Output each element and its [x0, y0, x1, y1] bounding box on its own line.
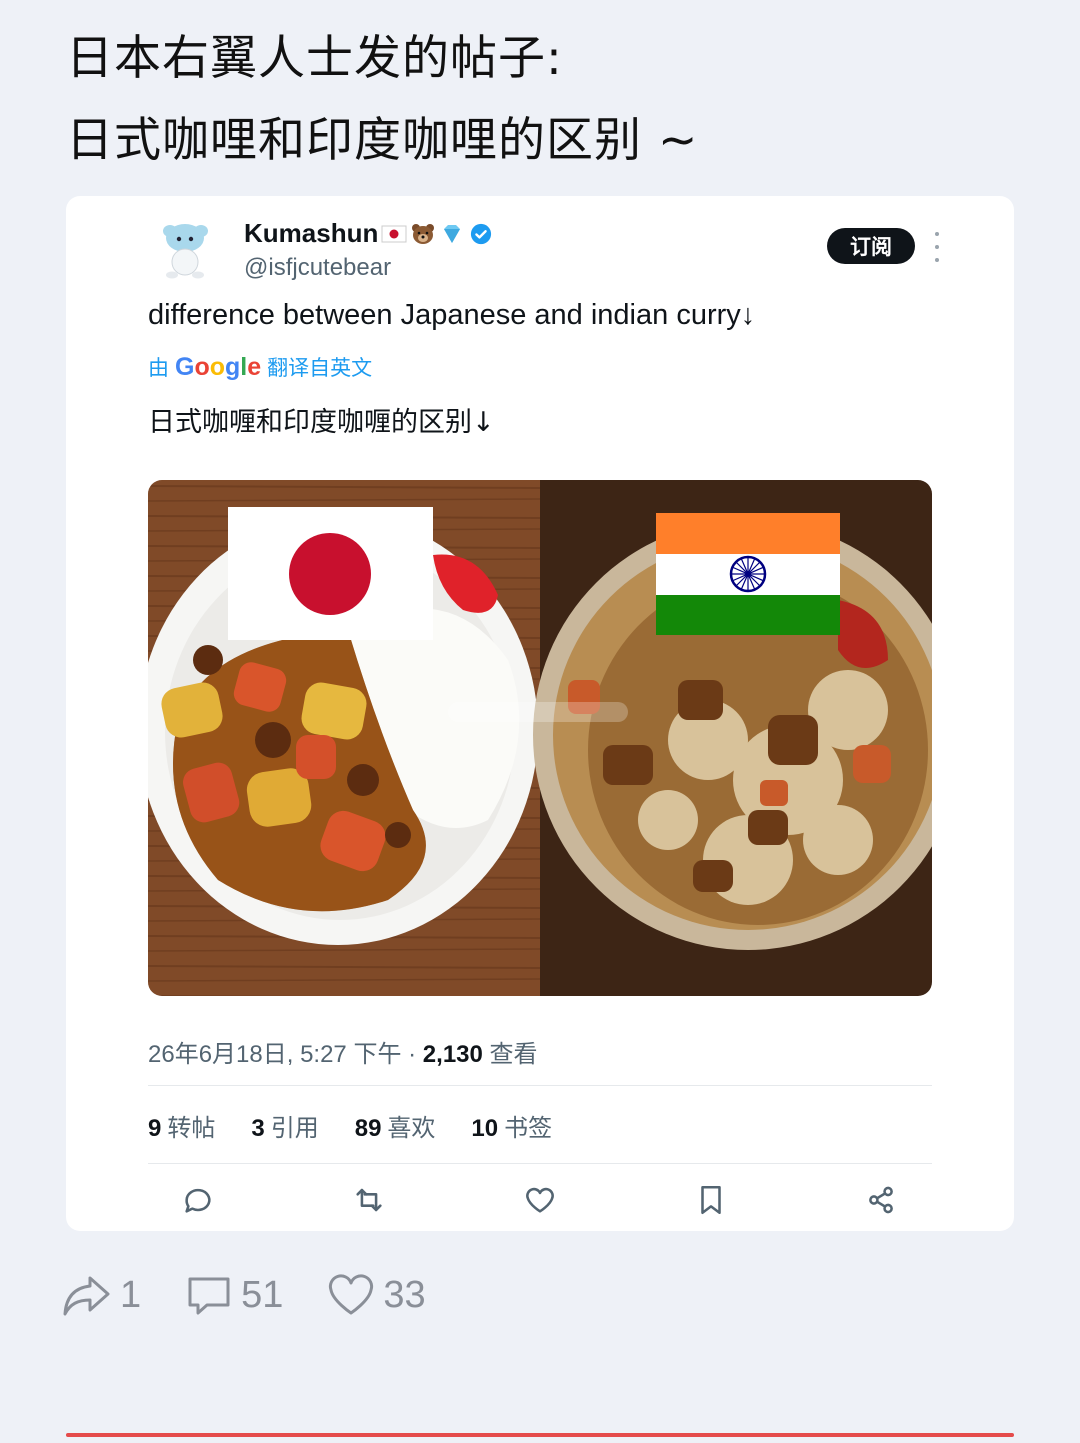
- views-label: 查看: [489, 1041, 538, 1068]
- tweet-stats: 9 转帖 3 引用 89 喜欢 10 书签: [148, 1108, 552, 1143]
- display-name[interactable]: Kumashun: [244, 218, 494, 249]
- comment-icon: [188, 1277, 230, 1315]
- divider: [148, 1085, 932, 1086]
- divider: [148, 1163, 932, 1164]
- like-icon[interactable]: [523, 1183, 557, 1217]
- heart-icon: [329, 1274, 374, 1315]
- stat-likes[interactable]: 89 喜欢: [355, 1108, 436, 1143]
- post-actions: 1 51 33: [62, 1272, 470, 1318]
- translation-prefix: 由: [148, 356, 169, 380]
- forward-icon: [63, 1276, 110, 1316]
- watermark: [448, 702, 628, 722]
- translation-suffix: 翻译自英文: [267, 356, 373, 380]
- translation-note[interactable]: 由 Google 翻译自英文: [148, 352, 372, 382]
- gem-icon: [444, 224, 461, 243]
- stat-bookmarks[interactable]: 10 书签: [471, 1108, 552, 1143]
- japan-sun-icon: [289, 533, 371, 615]
- google-logo: Google: [175, 352, 262, 381]
- stat-retweets[interactable]: 9 转帖: [148, 1108, 215, 1143]
- stat-quotes[interactable]: 3 引用: [251, 1108, 318, 1143]
- tweet-media[interactable]: [148, 480, 932, 996]
- like-button[interactable]: 33: [327, 1273, 426, 1317]
- handle[interactable]: @isfjcutebear: [244, 254, 391, 282]
- japan-flag-icon: [381, 225, 407, 242]
- display-name-text: Kumashun: [244, 218, 379, 248]
- tweet-meta: 26年6月18日, 5:27 下午 · 2,130 查看: [148, 1034, 538, 1069]
- verified-icon[interactable]: [468, 223, 494, 245]
- share-icon[interactable]: [864, 1183, 898, 1217]
- japanese-curry-image: [148, 507, 538, 945]
- forward-count: 1: [120, 1273, 142, 1316]
- post-title-line1: 日本右翼人士发的帖子:: [66, 31, 563, 86]
- tweet-text: difference between Japanese and indian c…: [148, 299, 756, 331]
- like-count: 33: [383, 1273, 426, 1316]
- more-options-icon[interactable]: [932, 232, 942, 262]
- translated-text: 日式咖喱和印度咖喱的区别↓: [148, 407, 495, 438]
- bookmark-icon[interactable]: [694, 1183, 728, 1217]
- timestamp[interactable]: 26年6月18日, 5:27 下午 ·: [148, 1041, 416, 1068]
- views-count: 2,130: [422, 1041, 483, 1068]
- reply-icon[interactable]: [181, 1183, 215, 1217]
- comment-button[interactable]: 51: [185, 1273, 283, 1317]
- retweet-icon[interactable]: [352, 1183, 386, 1217]
- post-title: 日本右翼人士发的帖子: 日式咖哩和印度咖哩的区别 ~: [66, 18, 1026, 182]
- subscribe-button[interactable]: 订阅: [827, 228, 915, 264]
- tweet-card[interactable]: Kumashun @isfjcutebear 订阅 difference bet…: [66, 196, 1014, 1231]
- section-divider: [66, 1433, 1014, 1437]
- forward-button[interactable]: 1: [62, 1272, 141, 1318]
- post-title-line2: 日式咖哩和印度咖哩的区别 ~: [66, 113, 699, 168]
- bear-icon: [412, 223, 435, 244]
- ashoka-chakra-icon: [729, 555, 767, 593]
- comment-count: 51: [241, 1273, 284, 1316]
- avatar[interactable]: [158, 220, 212, 280]
